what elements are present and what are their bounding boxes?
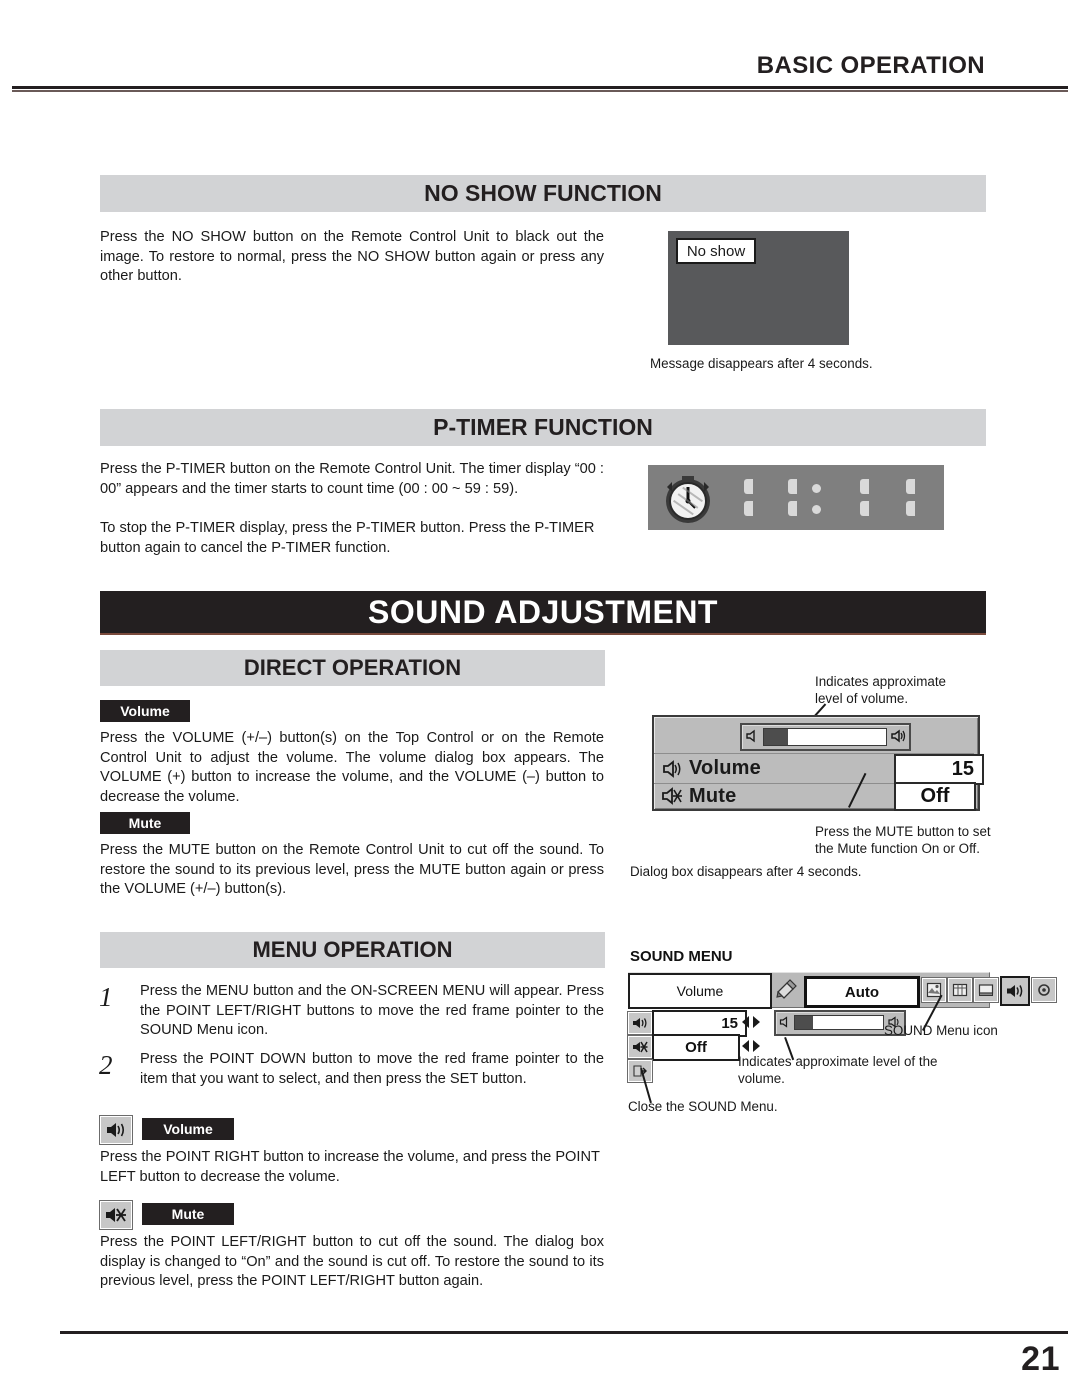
- menu-mute-body: Press the POINT LEFT/RIGHT button to cut…: [100, 1234, 604, 1289]
- section-header-p-timer-label: P-TIMER FUNCTION: [433, 414, 653, 440]
- menu-icon-display[interactable]: [973, 977, 999, 1003]
- tag-mute-menu: Mute: [142, 1203, 234, 1225]
- step-2-number: 2: [99, 1050, 113, 1080]
- section-header-sound-adjustment-label: SOUND ADJUSTMENT: [368, 593, 718, 630]
- dialog-mute-label: Mute: [689, 784, 737, 807]
- sound-menu-close-callout: Close the SOUND Menu.: [628, 1099, 778, 1114]
- direct-mute-body: Press the MUTE button on the Remote Cont…: [100, 842, 604, 897]
- section-header-direct-operation: DIRECT OPERATION: [100, 650, 605, 686]
- step-1-text: Press the MENU button and the ON-SCREEN …: [140, 983, 604, 1038]
- volume-arrows-icon[interactable]: [740, 1012, 762, 1032]
- tag-volume-menu-label: Volume: [163, 1121, 213, 1137]
- manual-page: BASIC OPERATION NO SHOW FUNCTION Press t…: [0, 0, 1080, 1397]
- section-header-no-show-label: NO SHOW FUNCTION: [424, 180, 662, 206]
- header-rule: [12, 86, 1068, 92]
- menu-volume-body: Press the POINT RIGHT button to increase…: [100, 1149, 600, 1185]
- p-timer-display-graphic: [648, 465, 944, 530]
- dialog-caption: Dialog box disappears after 4 seconds.: [630, 864, 862, 879]
- sound-menu-icon-callout: SOUND Menu icon: [884, 1023, 998, 1038]
- dialog-mute-value: Off: [894, 782, 976, 811]
- speaker-high-icon: [890, 728, 906, 744]
- dialog-volume-value: 15: [894, 754, 984, 785]
- menu-icon-screen[interactable]: [947, 977, 973, 1003]
- speaker-low-icon: [745, 729, 759, 743]
- direct-volume-body: Press the VOLUME (+/–) button(s) on the …: [100, 730, 604, 805]
- running-head: BASIC OPERATION: [756, 52, 985, 79]
- stopwatch-icon: [660, 470, 716, 526]
- no-show-caption: Message disappears after 4 seconds.: [650, 356, 873, 371]
- dialog-volume-label: Volume: [689, 757, 761, 779]
- sound-menu-title: SOUND MENU: [630, 948, 733, 965]
- step-2-text: Press the POINT DOWN button to move the …: [140, 1051, 604, 1087]
- tag-volume-direct-label: Volume: [120, 703, 170, 719]
- footer-rule: [60, 1331, 1068, 1334]
- sound-menu-icon[interactable]: [1000, 976, 1030, 1006]
- sound-menu-level-callout: Indicates approximate level of the volum…: [738, 1054, 938, 1086]
- sound-menu-title-box: Volume: [628, 973, 772, 1009]
- section-header-no-show: NO SHOW FUNCTION: [100, 175, 986, 212]
- page-number: 21: [1021, 1340, 1060, 1378]
- step-1-number: 1: [99, 982, 113, 1012]
- menu-icon-setting[interactable]: [1031, 977, 1057, 1003]
- volume-dialog-box: Volume 15 Mute Off: [652, 715, 984, 811]
- sound-menu-volume-row-icon: [627, 1011, 653, 1035]
- no-show-screen-graphic: No show: [668, 231, 849, 345]
- section-header-menu-operation-label: MENU OPERATION: [252, 937, 453, 962]
- auto-setup-icon[interactable]: [774, 977, 798, 1001]
- menu-icon-image[interactable]: [921, 977, 947, 1003]
- section-header-menu-operation: MENU OPERATION: [100, 932, 605, 968]
- mute-speaker-icon: [662, 787, 682, 805]
- volume-slider[interactable]: [740, 723, 911, 751]
- no-show-body: Press the NO SHOW button on the Remote C…: [100, 229, 604, 284]
- p-timer-body-1: Press the P-TIMER button on the Remote C…: [100, 461, 604, 497]
- sound-menu-auto-box[interactable]: Auto: [804, 976, 920, 1008]
- tag-mute-menu-label: Mute: [171, 1206, 205, 1222]
- sound-menu-mute-value[interactable]: Off: [652, 1034, 740, 1061]
- sound-menu-volume-value[interactable]: 15: [652, 1010, 747, 1037]
- menu-mute-icon-button: [99, 1200, 133, 1230]
- p-timer-body-2: To stop the P-TIMER display, press the P…: [100, 520, 595, 556]
- tag-volume-menu: Volume: [142, 1118, 234, 1140]
- tag-volume-direct: Volume: [100, 700, 190, 722]
- sound-menu-mute-row-icon: [627, 1035, 653, 1059]
- menu-volume-icon-button: [99, 1115, 133, 1145]
- section-header-p-timer: P-TIMER FUNCTION: [100, 409, 986, 446]
- volume-speaker-icon: [662, 759, 682, 778]
- no-show-screen-label: No show: [676, 238, 756, 264]
- menu-speaker-low-icon: [779, 1016, 791, 1028]
- tag-mute-direct-label: Mute: [128, 815, 162, 831]
- tag-mute-direct: Mute: [100, 812, 190, 834]
- dialog-callout-top: Indicates approximate level of volume.: [815, 674, 947, 706]
- dialog-callout-bottom: Press the MUTE button to set the Mute fu…: [815, 824, 991, 856]
- section-header-sound-adjustment: SOUND ADJUSTMENT: [100, 591, 986, 635]
- section-header-direct-operation-label: DIRECT OPERATION: [243, 655, 462, 680]
- dialog-row-volume: Volume: [662, 756, 882, 781]
